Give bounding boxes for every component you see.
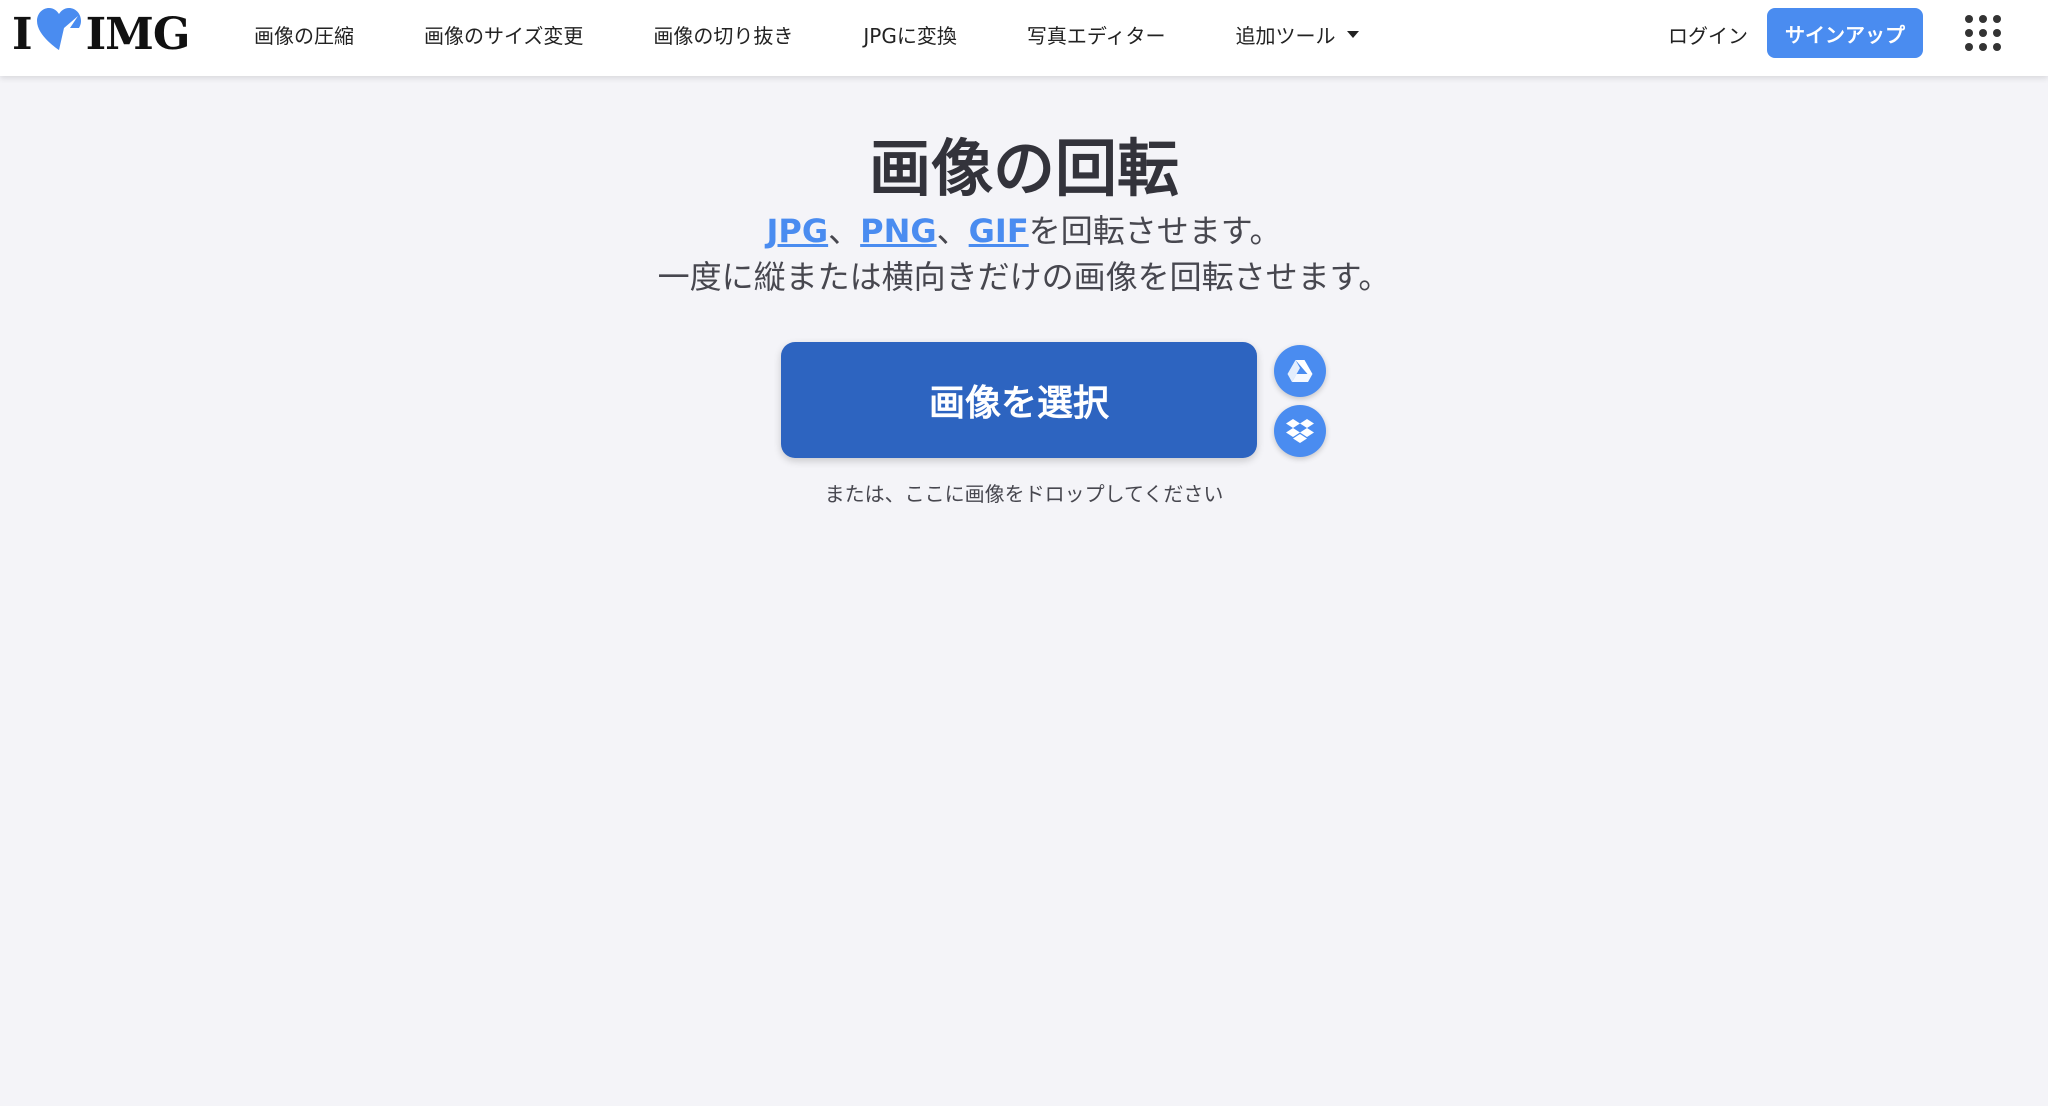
separator: 、 bbox=[936, 212, 969, 250]
top-navigation-bar: I IMG 画像の圧縮 画像のサイズ変更 画像の切り抜き JPGに変換 写真エデ… bbox=[0, 0, 2048, 76]
login-link[interactable]: ログイン bbox=[1668, 20, 1748, 49]
jpg-link[interactable]: JPG bbox=[767, 212, 829, 250]
nav-compress-image[interactable]: 画像の圧縮 bbox=[254, 20, 354, 49]
subtitle-line-2: 一度に縦または横向きだけの画像を回転させます。 bbox=[657, 258, 1391, 296]
page-subtitle: JPG、PNG、GIFを回転させます。 一度に縦または横向きだけの画像を回転させ… bbox=[0, 208, 2048, 300]
signup-button[interactable]: サインアップ bbox=[1767, 8, 1923, 58]
logo-letter-i: I bbox=[12, 8, 33, 60]
select-images-button[interactable]: 画像を選択 bbox=[781, 342, 1257, 458]
nav-convert-to-jpg[interactable]: JPGに変換 bbox=[863, 20, 956, 49]
logo-text-img: IMG bbox=[85, 8, 191, 60]
dropbox-icon[interactable] bbox=[1274, 405, 1326, 457]
separator: 、 bbox=[828, 212, 861, 250]
iloveimg-logo[interactable]: I IMG bbox=[12, 6, 191, 63]
drop-hint-text: または、ここに画像をドロップしてください bbox=[824, 482, 1224, 506]
google-drive-icon[interactable] bbox=[1274, 345, 1326, 397]
heart-icon bbox=[34, 6, 84, 63]
nav-more-tools[interactable]: 追加ツール bbox=[1235, 20, 1360, 49]
nav-photo-editor[interactable]: 写真エディター bbox=[1027, 20, 1166, 49]
main-nav: 画像の圧縮 画像のサイズ変更 画像の切り抜き JPGに変換 写真エディター 追加… bbox=[254, 0, 1429, 68]
grid-icon[interactable] bbox=[1964, 14, 2002, 52]
png-link[interactable]: PNG bbox=[860, 212, 937, 250]
nav-more-tools-label: 追加ツール bbox=[1235, 23, 1336, 48]
subtitle-line-1: JPG、PNG、GIFを回転させます。 bbox=[0, 208, 2048, 254]
nav-crop-image[interactable]: 画像の切り抜き bbox=[653, 20, 793, 49]
caret-down-icon bbox=[1347, 30, 1360, 38]
subtitle-line-1-suffix: を回転させます。 bbox=[1028, 212, 1282, 250]
gif-link[interactable]: GIF bbox=[969, 212, 1029, 250]
page-title: 画像の回転 bbox=[868, 132, 1179, 205]
nav-resize-image[interactable]: 画像のサイズ変更 bbox=[424, 20, 583, 49]
